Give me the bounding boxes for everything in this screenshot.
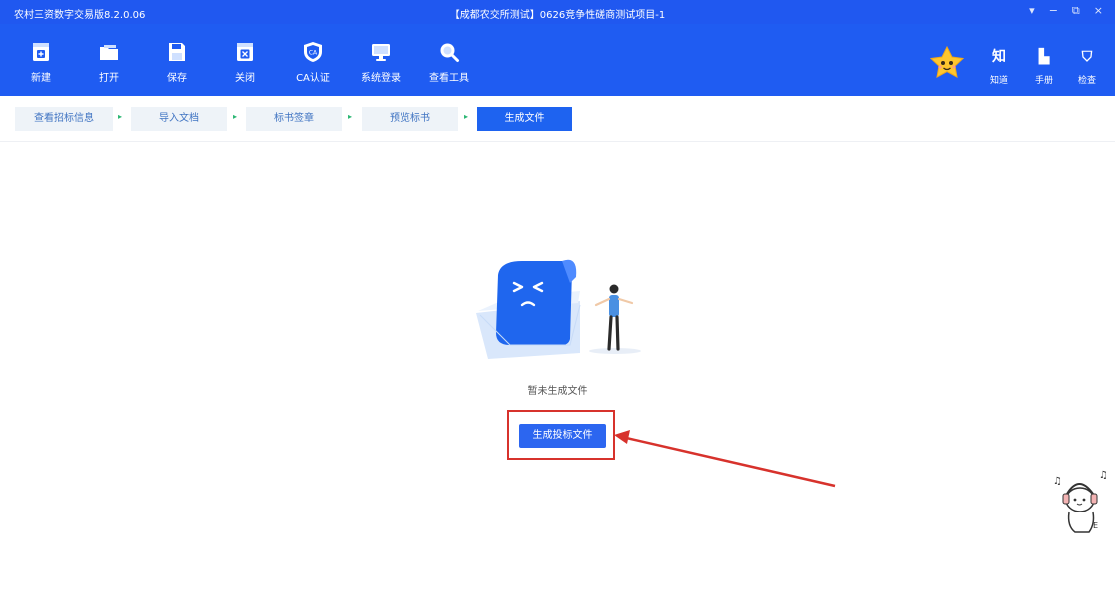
know-button[interactable]: 知 知道 — [981, 49, 1017, 86]
know-icon: 知 — [992, 49, 1006, 65]
step-preview-bid[interactable]: 预览标书 — [362, 107, 458, 131]
magnifier-icon — [440, 43, 459, 62]
step-arrow-icon: ▸ — [118, 112, 123, 121]
system-login-button[interactable]: 系统登录 — [353, 41, 409, 84]
mascot-star-icon[interactable] — [927, 44, 967, 84]
dropdown-icon[interactable]: ▾ — [1029, 4, 1035, 18]
save-label: 保存 — [167, 73, 187, 84]
new-label: 新建 — [31, 73, 51, 84]
ca-auth-label: CA认证 — [296, 73, 330, 84]
new-button[interactable]: 新建 — [13, 41, 69, 84]
ca-shield-icon: CA — [304, 42, 322, 62]
close-file-icon — [237, 43, 253, 61]
close-file-button[interactable]: 关闭 — [217, 41, 273, 84]
save-icon — [169, 43, 185, 61]
step-import-document[interactable]: 导入文档 — [131, 107, 227, 131]
view-tools-label: 查看工具 — [429, 73, 469, 84]
music-sticker-icon: ♫ ♫ E — [1053, 470, 1108, 533]
window-title: 【成都农交所测试】0626竞争性磋商测试项目-1 — [449, 10, 666, 21]
step-navigation: 查看招标信息 ▸ 导入文档 ▸ 标书签章 ▸ 预览标书 ▸ 生成文件 — [0, 96, 1115, 142]
app-window: 农村三资数字交易版8.2.0.06 【成都农交所测试】0626竞争性磋商测试项目… — [0, 0, 1115, 597]
svg-text:E: E — [1093, 521, 1098, 530]
check-shield-icon: ⛉ — [1081, 49, 1093, 65]
svg-text:♫: ♫ — [1099, 470, 1108, 481]
check-button[interactable]: ⛉ 检查 — [1069, 49, 1105, 86]
step-arrow-icon: ▸ — [233, 112, 238, 121]
view-tools-button[interactable]: 查看工具 — [421, 41, 477, 84]
manual-button[interactable]: ▙ 手册 — [1026, 49, 1062, 86]
svg-text:♫: ♫ — [1053, 476, 1062, 487]
open-button[interactable]: 打开 — [81, 41, 137, 84]
step-arrow-icon: ▸ — [464, 112, 469, 121]
monitor-icon — [372, 44, 390, 61]
annotation-arrow — [614, 430, 836, 488]
save-button[interactable]: 保存 — [149, 41, 205, 84]
minimize-icon[interactable]: − — [1049, 4, 1058, 18]
window-controls: ▾ − ⧉ × — [1029, 4, 1103, 18]
ca-auth-button[interactable]: CA CA认证 — [285, 41, 341, 84]
restore-icon[interactable]: ⧉ — [1072, 4, 1080, 18]
step-generate-file[interactable]: 生成文件 — [477, 107, 572, 131]
know-label: 知道 — [989, 76, 1008, 86]
step-arrow-icon: ▸ — [348, 112, 353, 121]
manual-icon: ▙ — [1038, 49, 1050, 65]
close-file-label: 关闭 — [235, 73, 255, 84]
step-bid-signature[interactable]: 标书签章 — [246, 107, 342, 131]
open-label: 打开 — [99, 73, 119, 84]
annotation-highlight-box — [507, 410, 615, 460]
empty-state-message: 暂未生成文件 — [527, 386, 588, 397]
system-login-label: 系统登录 — [361, 73, 401, 84]
main-toolbar: 新建 打开 保存 关闭 CA CA认证 系统登录 查看工具 知 知道 ▙ 手册 … — [0, 24, 1115, 96]
svg-text:CA: CA — [309, 50, 318, 57]
empty-state-illustration — [476, 259, 641, 359]
open-folder-icon — [100, 45, 118, 60]
manual-label: 手册 — [1034, 76, 1053, 86]
close-icon[interactable]: × — [1094, 4, 1103, 18]
check-label: 检查 — [1077, 76, 1096, 86]
new-file-icon — [33, 43, 49, 61]
step-view-tender-info[interactable]: 查看招标信息 — [15, 107, 113, 131]
title-bar: 农村三资数字交易版8.2.0.06 【成都农交所测试】0626竞争性磋商测试项目… — [0, 0, 1115, 24]
